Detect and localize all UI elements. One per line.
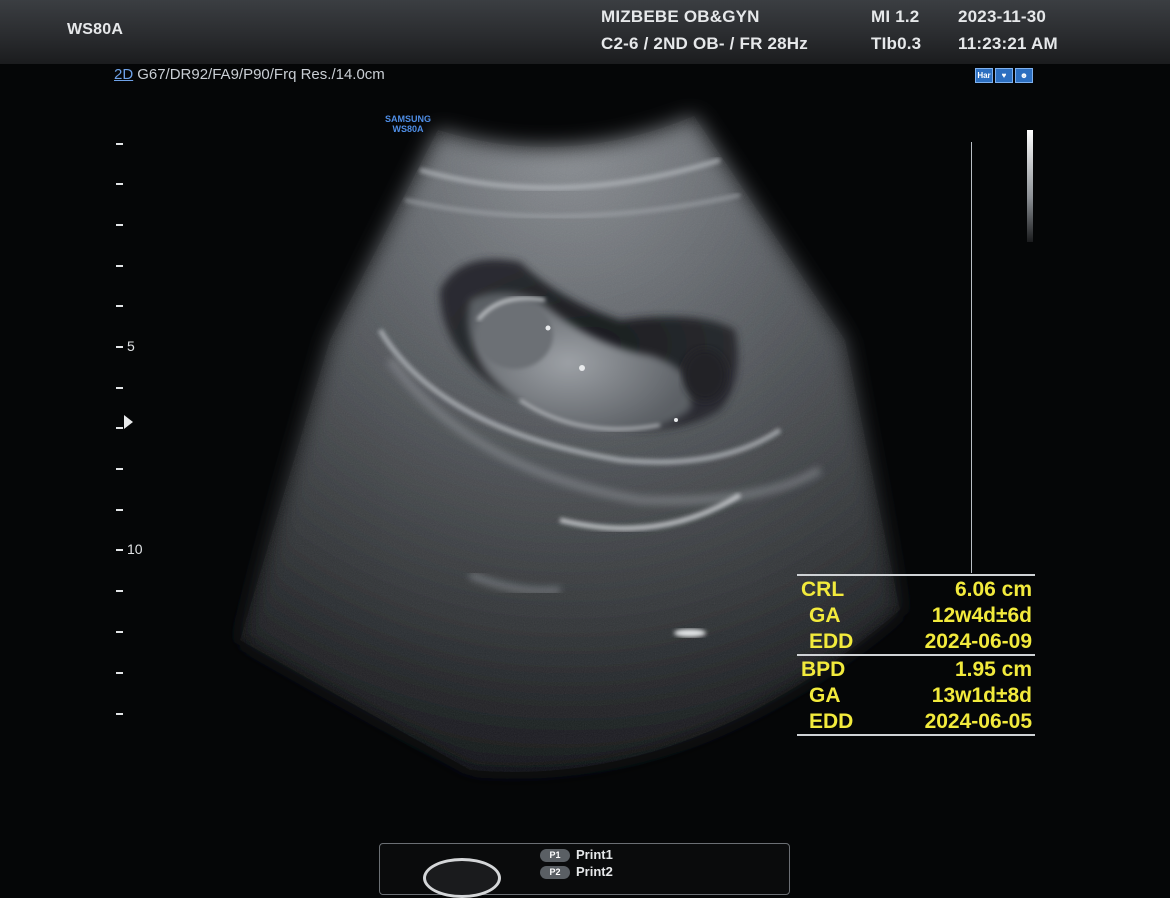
crl-edd-label: EDD [809, 630, 854, 653]
depth-tick [116, 346, 123, 348]
crl-label: CRL [801, 578, 845, 601]
brand-model: WS80A [392, 124, 424, 134]
ultrasound-image [240, 116, 900, 772]
print1-badge[interactable]: P1 [540, 849, 570, 862]
depth-tick [116, 713, 123, 715]
depth-label-5: 5 [127, 338, 135, 354]
depth-tick [116, 672, 123, 674]
bpd-ga-value: 13w1d±8d [931, 684, 1032, 707]
brand-name: SAMSUNG [385, 114, 432, 124]
print2-badge[interactable]: P2 [540, 866, 570, 879]
bpd-label: BPD [801, 658, 846, 681]
focus-marker-icon[interactable] [124, 415, 133, 429]
depth-tick [116, 549, 123, 551]
depth-label-10: 10 [127, 541, 143, 557]
depth-tick [116, 631, 123, 633]
depth-tick [116, 305, 123, 307]
depth-tick [116, 183, 123, 185]
depth-tick [116, 387, 123, 389]
print1-label[interactable]: Print1 [576, 847, 613, 862]
measurement-caliper-line [971, 142, 972, 573]
bpd-measurement: BPD 1.95 cm GA 13w1d±8d EDD 2024-06-05 [797, 654, 1035, 736]
bpd-edd-value: 2024-06-05 [924, 710, 1032, 733]
bpd-value: 1.95 cm [954, 658, 1032, 681]
crl-ga-value: 12w4d±6d [931, 604, 1032, 627]
depth-tick [116, 265, 123, 267]
depth-tick [116, 143, 123, 145]
depth-tick [116, 427, 123, 429]
brand-watermark: SAMSUNG WS80A [385, 114, 431, 134]
depth-tick [116, 590, 123, 592]
crl-edd-value: 2024-06-09 [924, 630, 1032, 653]
measurement-results: CRL 6.06 cm GA 12w4d±6d EDD 2024-06-09 BPD 1… [797, 574, 1035, 736]
trackball-knob-icon[interactable] [423, 858, 501, 898]
depth-tick [116, 224, 123, 226]
grayscale-bar [1027, 130, 1033, 242]
crl-ga-label: GA [809, 604, 841, 627]
print2-label[interactable]: Print2 [576, 864, 613, 879]
bpd-edd-label: EDD [809, 710, 854, 733]
depth-tick [116, 509, 123, 511]
crl-value: 6.06 cm [954, 578, 1032, 601]
depth-tick [116, 468, 123, 470]
crl-measurement: CRL 6.06 cm GA 12w4d±6d EDD 2024-06-09 [797, 574, 1035, 654]
bpd-ga-label: GA [809, 684, 841, 707]
